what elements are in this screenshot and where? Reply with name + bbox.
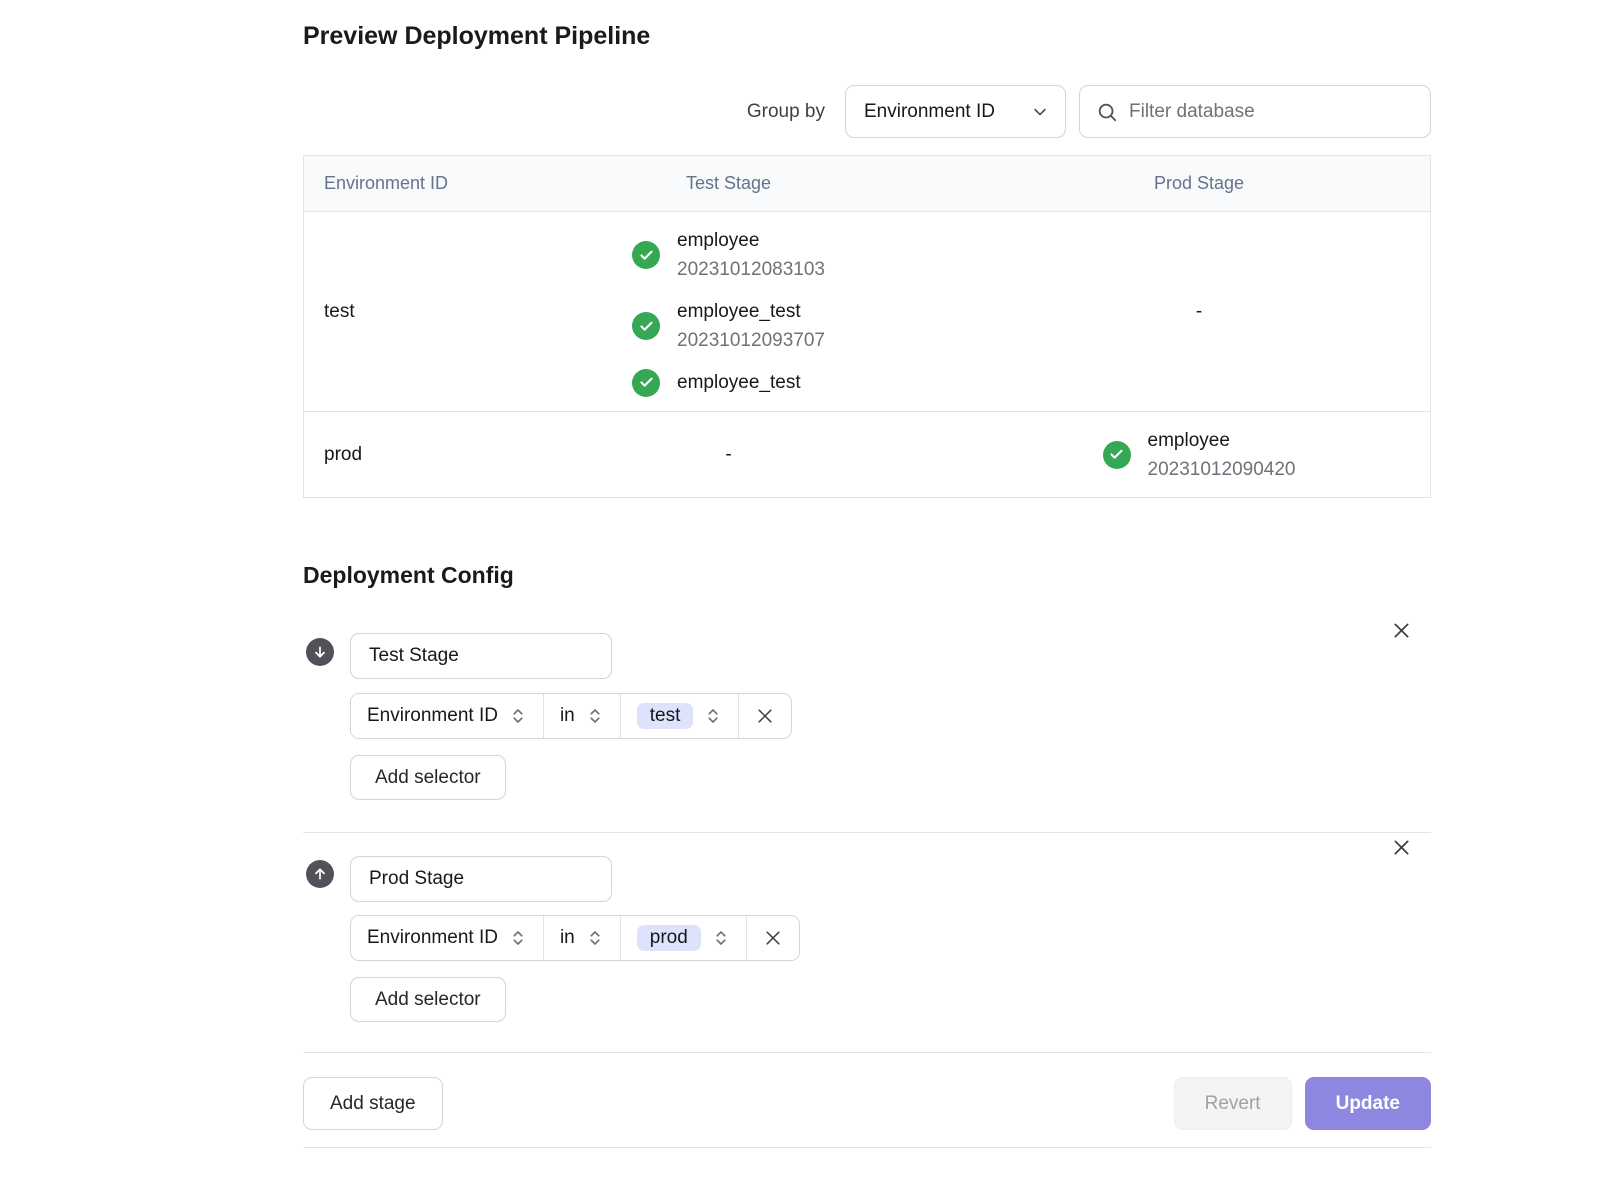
selector-operator-value: in <box>560 705 575 727</box>
chevrons-up-down-icon <box>509 929 527 947</box>
selector-value-tag: test <box>637 703 694 729</box>
task-done-icon <box>632 369 660 397</box>
task-schema-version: 20231012090420 <box>1148 455 1296 484</box>
add-selector-button[interactable]: Add selector <box>350 755 506 800</box>
search-icon <box>1096 101 1118 123</box>
main-panel: Preview Deployment Pipeline Group by Env… <box>303 0 1431 1200</box>
environment-id-cell: prod <box>304 444 489 466</box>
table-row-test: test employee 20231012083103 <box>304 212 1430 412</box>
test-stage-cell: employee 20231012083103 employee_test 20… <box>489 226 968 397</box>
pipeline-table: Environment ID Test Stage Prod Stage tes… <box>303 155 1431 498</box>
task-item: employee 20231012083103 <box>632 226 825 284</box>
chevrons-up-down-icon <box>509 707 527 725</box>
section-divider <box>303 1052 1431 1053</box>
remove-selector-button[interactable] <box>739 694 791 738</box>
stage-name-input[interactable]: Prod Stage <box>350 856 612 902</box>
add-selector-button[interactable]: Add selector <box>350 977 506 1022</box>
task-schema-version: 20231012093707 <box>677 326 825 355</box>
section-divider <box>303 832 1431 833</box>
stage-name-input[interactable]: Test Stage <box>350 633 612 679</box>
empty-stage-placeholder: - <box>725 444 731 466</box>
prod-stage-cell: - <box>968 301 1430 323</box>
close-icon <box>1391 837 1412 858</box>
chevrons-up-down-icon <box>704 707 722 725</box>
selector-key-select[interactable]: Environment ID <box>351 916 544 960</box>
chevrons-up-down-icon <box>586 707 604 725</box>
close-icon <box>1391 620 1412 641</box>
task-item: employee_test <box>632 368 825 397</box>
task-database-name: employee <box>677 226 825 255</box>
environment-id-cell: test <box>304 301 489 323</box>
group-by-selected-value: Environment ID <box>864 101 995 123</box>
task-database-name: employee <box>1148 426 1296 455</box>
revert-button[interactable]: Revert <box>1174 1077 1292 1130</box>
task-database-name: employee_test <box>677 297 825 326</box>
selector-key-value: Environment ID <box>367 927 498 949</box>
arrow-down-circle-icon[interactable] <box>306 638 334 666</box>
task-done-icon <box>632 241 660 269</box>
close-icon <box>763 928 783 948</box>
filter-database-field <box>1079 85 1431 138</box>
close-icon <box>755 706 775 726</box>
chevron-down-icon <box>1030 102 1050 122</box>
selector-value-select[interactable]: prod <box>621 916 747 960</box>
column-header-test-stage: Test Stage <box>489 173 968 194</box>
group-by-select[interactable]: Environment ID <box>845 85 1066 138</box>
selector-operator-select[interactable]: in <box>544 694 621 738</box>
deployment-config-title: Deployment Config <box>303 562 514 589</box>
remove-stage-button[interactable] <box>1390 836 1412 858</box>
add-stage-button[interactable]: Add stage <box>303 1077 443 1130</box>
selector-row: Environment ID in prod <box>350 915 800 961</box>
column-header-environment-id: Environment ID <box>304 173 489 194</box>
toolbar: Group by Environment ID <box>747 85 1431 138</box>
pipeline-table-header: Environment ID Test Stage Prod Stage <box>304 156 1430 212</box>
chevrons-up-down-icon <box>586 929 604 947</box>
selector-operator-value: in <box>560 927 575 949</box>
task-item: employee_test 20231012093707 <box>632 297 825 355</box>
prod-stage-cell: employee 20231012090420 <box>968 426 1430 484</box>
task-item: employee 20231012090420 <box>1103 426 1296 484</box>
arrow-up-circle-icon[interactable] <box>306 860 334 888</box>
selector-key-value: Environment ID <box>367 705 498 727</box>
config-footer: Add stage Revert Update <box>303 1077 1431 1130</box>
selector-operator-select[interactable]: in <box>544 916 621 960</box>
update-button[interactable]: Update <box>1305 1077 1431 1130</box>
task-database-name: employee_test <box>677 368 801 397</box>
bottom-divider <box>303 1147 1431 1148</box>
empty-stage-placeholder: - <box>1196 301 1202 323</box>
selector-key-select[interactable]: Environment ID <box>351 694 544 738</box>
filter-database-input[interactable] <box>1129 101 1414 123</box>
column-header-prod-stage: Prod Stage <box>968 173 1430 194</box>
stage-config-prod: Prod Stage Environment ID in prod <box>303 836 1431 1052</box>
group-by-label: Group by <box>747 101 825 123</box>
selector-value-tag: prod <box>637 925 701 951</box>
stage-config-test: Test Stage Environment ID in test <box>303 615 1431 832</box>
remove-stage-button[interactable] <box>1390 619 1412 641</box>
chevrons-up-down-icon <box>712 929 730 947</box>
test-stage-cell: - <box>489 444 968 466</box>
remove-selector-button[interactable] <box>747 916 799 960</box>
task-done-icon <box>1103 441 1131 469</box>
selector-row: Environment ID in test <box>350 693 792 739</box>
task-schema-version: 20231012083103 <box>677 255 825 284</box>
task-done-icon <box>632 312 660 340</box>
selector-value-select[interactable]: test <box>621 694 740 738</box>
table-row-prod: prod - employee 20231012090420 <box>304 412 1430 497</box>
page-title: Preview Deployment Pipeline <box>303 22 650 51</box>
